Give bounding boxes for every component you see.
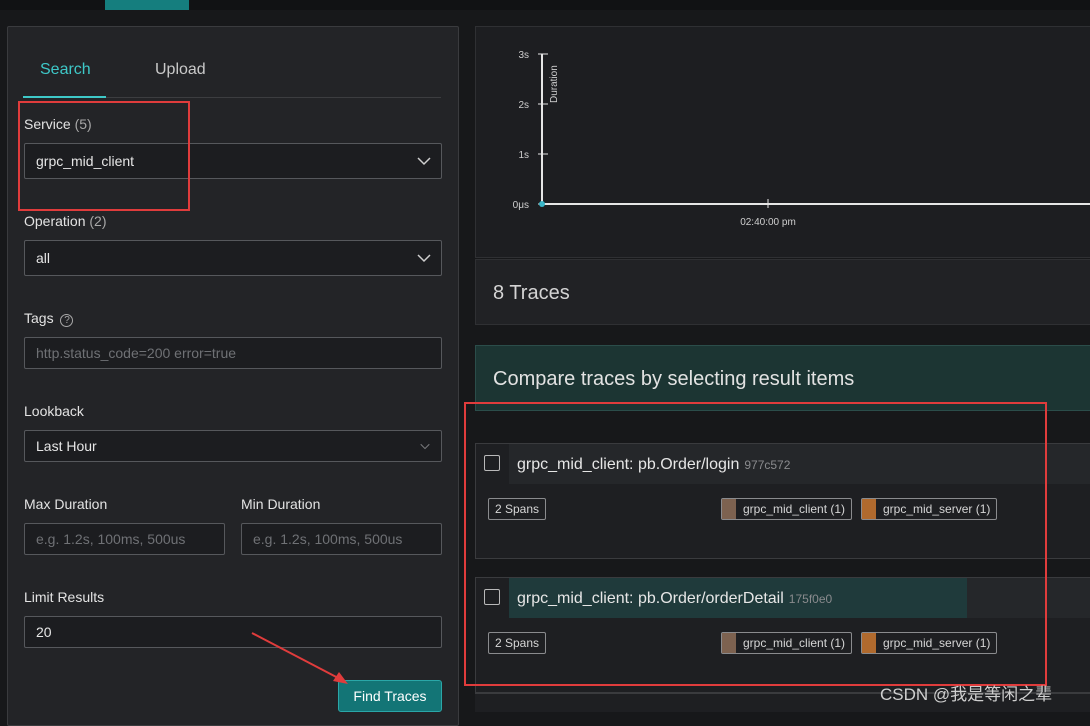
operation-label-text: Operation — [24, 213, 86, 229]
chevron-down-icon — [417, 157, 431, 166]
max-duration-label: Max Duration — [24, 496, 107, 512]
annotation-highlight-results — [464, 402, 1047, 686]
lookback-select-value: Last Hour — [36, 438, 97, 454]
y-tick-label: 2s — [518, 100, 529, 111]
limit-results-input[interactable]: 20 — [24, 616, 442, 648]
x-tick-label: 02:40:00 pm — [740, 217, 796, 228]
tags-label-text: Tags — [24, 310, 54, 326]
tab-search-label: Search — [40, 61, 91, 78]
min-duration-label-text: Min Duration — [241, 496, 321, 512]
scatter-plot: 3s 2s 1s 0μs 02:40:00 pm Duration — [513, 50, 1090, 228]
tab-search[interactable]: Search — [40, 60, 91, 98]
limit-results-label: Limit Results — [24, 589, 104, 605]
y-tick-label: 0μs — [513, 200, 529, 211]
search-tabs: Search Upload — [23, 60, 441, 98]
traces-count-title: 8 Traces — [493, 282, 570, 304]
active-nav-tab-indicator[interactable] — [105, 0, 189, 10]
traces-header: 8 Traces — [475, 259, 1090, 325]
limit-results-value: 20 — [36, 624, 52, 640]
min-duration-label: Min Duration — [241, 496, 320, 512]
find-traces-button[interactable]: Find Traces — [338, 680, 442, 712]
max-duration-placeholder: e.g. 1.2s, 100ms, 500us — [36, 531, 186, 547]
operation-select[interactable]: all — [24, 240, 442, 276]
lookback-label: Lookback — [24, 403, 84, 419]
y-axis-label: Duration — [549, 65, 560, 103]
max-duration-input[interactable]: e.g. 1.2s, 100ms, 500us — [24, 523, 225, 555]
data-point[interactable] — [539, 201, 545, 207]
tab-upload-label: Upload — [155, 61, 206, 78]
operation-count: (2) — [89, 213, 107, 229]
watermark: CSDN @我是等闲之辈 — [880, 685, 1053, 704]
tab-search-underline — [23, 96, 106, 98]
annotation-highlight-service — [18, 101, 190, 211]
min-duration-input[interactable]: e.g. 1.2s, 100ms, 500us — [241, 523, 442, 555]
max-duration-label-text: Max Duration — [24, 496, 108, 512]
tags-label: Tags ? — [24, 310, 74, 327]
chevron-down-icon — [420, 443, 430, 450]
tags-input-placeholder: http.status_code=200 error=true — [36, 345, 237, 361]
lookback-label-text: Lookback — [24, 403, 84, 419]
data-points — [539, 201, 545, 207]
y-tick-label: 3s — [518, 50, 529, 61]
tab-upload[interactable]: Upload — [155, 60, 206, 98]
lookback-select[interactable]: Last Hour — [24, 430, 442, 462]
operation-label: Operation (2) — [24, 213, 107, 229]
limit-results-label-text: Limit Results — [24, 589, 105, 605]
operation-select-value: all — [36, 250, 51, 266]
trace-duration-chart: 3s 2s 1s 0μs 02:40:00 pm Duration — [475, 26, 1090, 258]
tags-input[interactable]: http.status_code=200 error=true — [24, 337, 442, 369]
help-icon[interactable]: ? — [60, 314, 74, 327]
top-navigation-bar — [0, 0, 1090, 10]
y-tick-label: 1s — [518, 150, 529, 161]
chevron-down-icon — [417, 254, 431, 263]
compare-title: Compare traces by selecting result items — [493, 368, 855, 390]
min-duration-placeholder: e.g. 1.2s, 100ms, 500us — [253, 531, 403, 547]
